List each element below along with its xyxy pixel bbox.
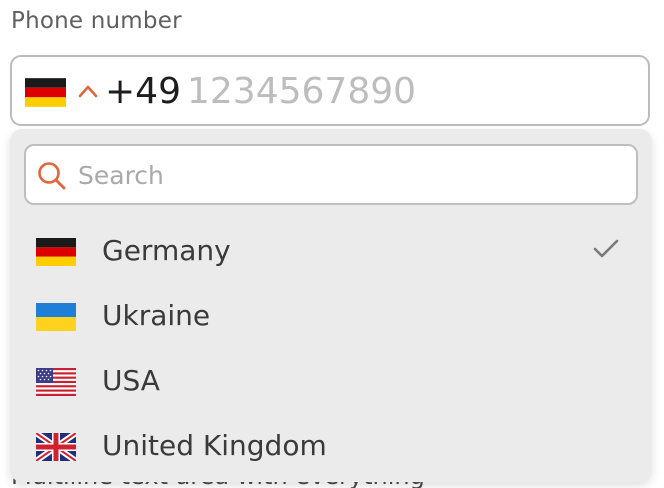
country-option-usa[interactable]: USA (10, 351, 652, 416)
country-option-germany[interactable]: Germany (10, 221, 652, 286)
phone-number-form: Phone number +49 Multiline text area wit… (0, 0, 664, 488)
checkmark-icon (593, 239, 619, 258)
country-option-ukraine[interactable]: Ukraine (10, 286, 652, 351)
country-search-field[interactable] (24, 144, 638, 205)
country-search-input[interactable] (78, 156, 618, 194)
uk-flag-icon (36, 433, 76, 461)
country-name: Ukraine (102, 299, 211, 332)
country-dropdown: Germany Ukraine (10, 129, 652, 482)
search-icon (38, 162, 66, 190)
country-name: USA (102, 364, 160, 397)
chevron-up-icon[interactable] (76, 83, 100, 99)
country-list: Germany Ukraine USA United Kingdom (10, 221, 652, 481)
germany-flag-icon (36, 238, 76, 266)
phone-number-label: Phone number (11, 8, 182, 34)
phone-number-field[interactable]: +49 (10, 55, 650, 126)
dial-code[interactable]: +49 (105, 70, 181, 114)
country-name: Germany (102, 234, 231, 267)
ukraine-flag-icon (36, 303, 76, 331)
phone-number-input[interactable] (187, 70, 627, 114)
country-name: United Kingdom (102, 429, 327, 462)
germany-flag-icon[interactable] (25, 78, 66, 107)
usa-flag-icon (36, 368, 76, 396)
country-option-united-kingdom[interactable]: United Kingdom (10, 416, 652, 481)
